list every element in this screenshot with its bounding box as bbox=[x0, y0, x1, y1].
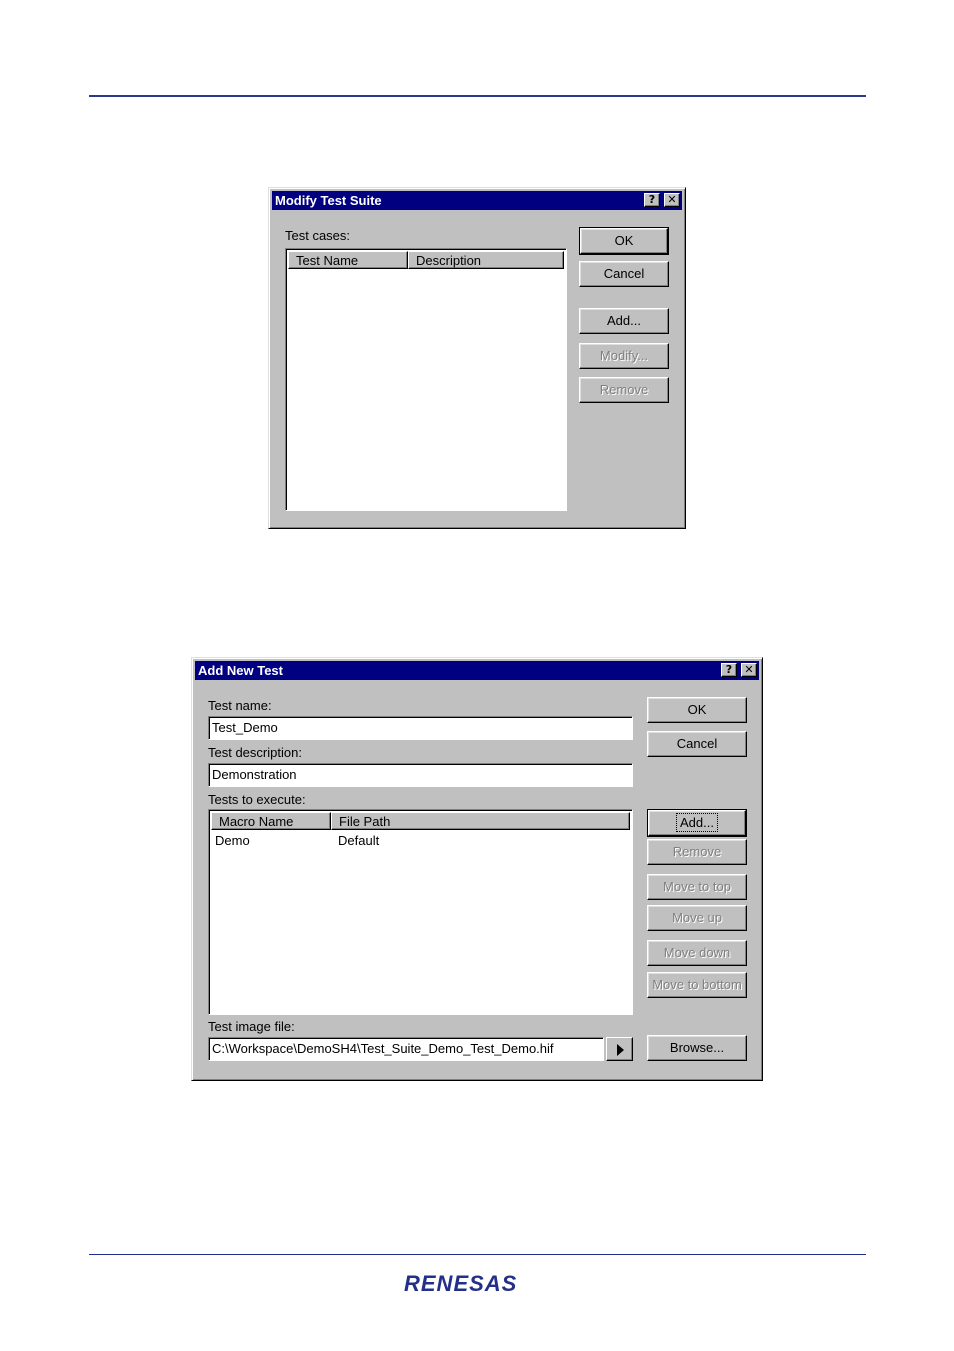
add-new-test-dialog: Add New Test ? ✕ Test name: Test_Demo Te… bbox=[191, 657, 763, 1081]
modify-button[interactable]: Modify... bbox=[579, 343, 669, 369]
ok-button[interactable]: OK bbox=[647, 697, 747, 723]
play-arrow-icon bbox=[617, 1044, 624, 1056]
move-to-bottom-button[interactable]: Move to bottom bbox=[647, 972, 747, 998]
add-dialog-title: Add New Test bbox=[198, 663, 283, 678]
file-path-cell: Default bbox=[338, 833, 380, 848]
test-cases-label: Test cases: bbox=[285, 228, 351, 243]
modify-test-suite-dialog: Modify Test Suite ? ✕ Test cases: Test N… bbox=[268, 187, 686, 529]
test-name-label: Test name: bbox=[208, 698, 272, 713]
tests-to-execute-list[interactable]: Macro Name File Path Demo Default bbox=[208, 809, 633, 1015]
help-icon[interactable]: ? bbox=[721, 663, 737, 677]
column-header-description[interactable]: Description bbox=[408, 251, 564, 269]
renesas-logo: RENESAS bbox=[404, 1271, 518, 1296]
help-icon[interactable]: ? bbox=[644, 193, 660, 207]
column-header-file-path[interactable]: File Path bbox=[331, 812, 630, 830]
test-image-file-input[interactable]: C:\Workspace\DemoSH4\Test_Suite_Demo_Tes… bbox=[208, 1037, 604, 1061]
recent-files-arrow-button[interactable] bbox=[606, 1037, 633, 1061]
test-description-label: Test description: bbox=[208, 745, 302, 760]
tests-to-execute-label: Tests to execute: bbox=[208, 792, 306, 807]
browse-button[interactable]: Browse... bbox=[647, 1035, 747, 1061]
add-button-label: Add... bbox=[676, 813, 718, 832]
test-name-input[interactable]: Test_Demo bbox=[208, 716, 633, 740]
add-button[interactable]: Add... bbox=[647, 809, 747, 837]
ok-button[interactable]: OK bbox=[579, 227, 669, 255]
move-up-button[interactable]: Move up bbox=[647, 905, 747, 931]
close-icon[interactable]: ✕ bbox=[741, 663, 757, 677]
header-rule bbox=[89, 95, 866, 97]
test-cases-list[interactable]: Test Name Description bbox=[285, 248, 567, 511]
remove-button[interactable]: Remove bbox=[647, 839, 747, 865]
modify-dialog-titlebar: Modify Test Suite ? ✕ bbox=[272, 191, 682, 210]
cancel-button[interactable]: Cancel bbox=[579, 261, 669, 287]
modify-dialog-title: Modify Test Suite bbox=[275, 193, 382, 208]
add-dialog-titlebar: Add New Test ? ✕ bbox=[195, 661, 759, 680]
add-button[interactable]: Add... bbox=[579, 308, 669, 334]
move-down-button[interactable]: Move down bbox=[647, 940, 747, 966]
remove-button[interactable]: Remove bbox=[579, 377, 669, 403]
column-header-macro-name[interactable]: Macro Name bbox=[211, 812, 331, 830]
footer-rule bbox=[89, 1254, 866, 1255]
move-to-top-button[interactable]: Move to top bbox=[647, 874, 747, 900]
column-header-test-name[interactable]: Test Name bbox=[288, 251, 408, 269]
cancel-button[interactable]: Cancel bbox=[647, 731, 747, 757]
macro-name-cell: Demo bbox=[215, 833, 250, 848]
table-row[interactable]: Demo Default bbox=[215, 832, 615, 850]
close-icon[interactable]: ✕ bbox=[664, 193, 680, 207]
test-image-file-label: Test image file: bbox=[208, 1019, 295, 1034]
test-description-input[interactable]: Demonstration bbox=[208, 763, 633, 787]
